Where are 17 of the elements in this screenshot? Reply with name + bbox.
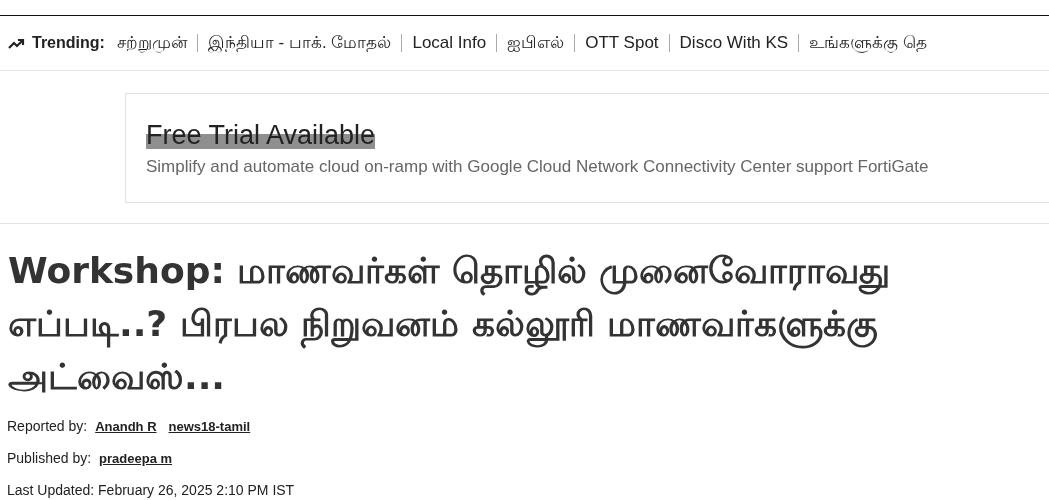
author-link[interactable]: news18-tamil <box>168 418 251 434</box>
author-link[interactable]: pradeepa m <box>99 450 173 466</box>
trending-link[interactable]: Local Info <box>401 34 497 52</box>
meta-label: Published by: <box>7 450 92 466</box>
trending-link[interactable]: உங்களுக்கு தெ <box>798 34 937 52</box>
trending-label: Trending: <box>32 34 105 52</box>
meta-label: Reported by: <box>7 418 88 434</box>
trending-link[interactable]: இந்தியா - பாக். மோதல் <box>196 34 402 52</box>
trending-icon <box>8 37 25 49</box>
article-headline: Workshop: மாணவர்கள் தொழில் முனைவோராவது எப்படி..? பிரபல நிறுவனம் கல்லூரி மாணவர்களுக்கு அட்வைஸ்... <box>8 249 892 399</box>
trending-link[interactable]: ஐபிஎல் <box>496 34 575 52</box>
author-link[interactable]: Anandh R <box>95 418 157 434</box>
trending-link[interactable]: Disco With KS <box>668 34 799 52</box>
trending-link[interactable]: சற்றுமுன் <box>116 34 197 52</box>
ad-text: Simplify and automate cloud on-ramp with Google Cloud Network Connectivity Center support FortiGate <box>146 157 930 177</box>
trending-link[interactable]: OTT Spot <box>574 34 669 52</box>
meta-label: Last Updated: February 26, 2025 2:10 PM IST <box>7 482 295 498</box>
